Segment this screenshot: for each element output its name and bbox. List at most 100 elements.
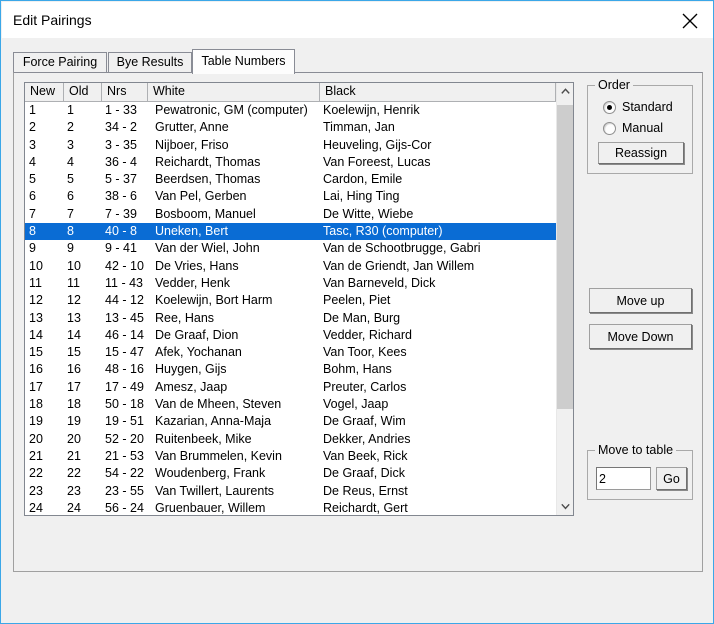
row-black: De Graaf, Dick	[323, 466, 405, 481]
window-title: Edit Pairings	[13, 12, 92, 28]
move-down-button[interactable]: Move Down	[589, 324, 692, 349]
tab-force-pairing[interactable]: Force Pairing	[13, 52, 107, 73]
table-row[interactable]: 999 - 41 Van der Wiel, John Van de Schootb…	[25, 240, 556, 257]
row-black: De Reus, Ernst	[323, 483, 408, 498]
row-white: Beerdsen, Thomas	[155, 172, 261, 187]
row-black: Preuter, Carlos	[323, 379, 407, 394]
move-to-table-input[interactable]	[596, 467, 651, 490]
column-header-old[interactable]: Old	[64, 83, 102, 102]
tab-table-numbers-label: Table Numbers	[201, 54, 286, 68]
table-row[interactable]: 21 21 21 - 53 Van Brummelen, Kevin Van Beek,…	[25, 448, 556, 465]
row-white: Van Brummelen, Kevin	[155, 448, 282, 463]
row-black: De Man, Burg	[323, 310, 401, 325]
table-row[interactable]: 4 4 36 - 4 Reichardt, Thomas Van Foreest, Lu…	[25, 154, 556, 171]
table-row[interactable]: 6 6 38 - 6 Van Pel, Gerben Lai, Hing Ting	[25, 188, 556, 205]
row-white: Huygen, Gijs	[155, 362, 227, 377]
table-row[interactable]: 333 - 35 Nijboer, Friso Heuveling, Gijs-Co…	[25, 137, 556, 154]
close-window-button[interactable]	[668, 2, 713, 36]
table-row[interactable]: 8 8 40 - 8 Uneken, Bert Tasc, R30 (computer)	[25, 223, 556, 241]
table-row[interactable]: 14 14 46 - 14 De Graaf, Dion Vedder, Richard	[25, 327, 556, 344]
column-header-white[interactable]: White	[148, 83, 320, 102]
radio-manual-icon	[603, 122, 616, 135]
reassign-button[interactable]: Reassign	[598, 142, 684, 164]
row-white: Van der Wiel, John	[155, 241, 260, 256]
table-row[interactable]: 22 22 54 - 22 Woudenberg, Frank De Graaf, Di…	[25, 465, 556, 482]
row-white: Vedder, Henk	[155, 275, 231, 290]
client-area: Force Pairing Bye Results Table Numbers …	[2, 38, 713, 623]
row-white: Van Twillert, Laurents	[155, 483, 275, 498]
table-row[interactable]: 11 11 11 - 43 Vedder, Henk Van Barneveld, Di…	[25, 275, 556, 292]
tab-table-numbers[interactable]: Table Numbers	[192, 49, 295, 74]
column-header-black[interactable]: Black	[320, 83, 556, 102]
row-white: Uneken, Bert	[155, 224, 228, 239]
row-white: Ree, Hans	[155, 310, 215, 325]
row-black: Lai, Hing Ting	[323, 189, 400, 204]
table-row[interactable]: 111 - 33 Pewatronic, GM (computer) Koelewi…	[25, 102, 556, 119]
row-white: Koelewijn, Bort Harm	[155, 293, 273, 308]
tab-bye-results[interactable]: Bye Results	[108, 52, 192, 73]
row-white: De Vries, Hans	[155, 258, 239, 273]
scroll-down-button[interactable]	[557, 498, 573, 515]
scrollbar-thumb[interactable]	[557, 105, 573, 409]
row-black: De Witte, Wiebe	[323, 206, 414, 221]
tab-force-pairing-label: Force Pairing	[22, 55, 98, 69]
order-group-title: Order	[595, 78, 633, 92]
row-black: De Graaf, Wim	[323, 414, 406, 429]
table-row[interactable]: 15 15 15 - 47 Afek, Yochanan Van Toor, Kees	[25, 344, 556, 361]
scroll-up-button[interactable]	[557, 83, 573, 100]
row-black: Heuveling, Gijs-Cor	[323, 137, 432, 152]
row-black: Van Barneveld, Dick	[323, 275, 436, 290]
row-white: De Graaf, Dion	[155, 327, 239, 342]
tab-bye-results-label: Bye Results	[116, 55, 184, 69]
tab-page-table-numbers: New Old Nrs White Black 111 - 33 Pewatron…	[13, 72, 703, 572]
pairings-list[interactable]: New Old Nrs White Black 111 - 33 Pewatron…	[24, 82, 574, 516]
table-row[interactable]: 23 23 23 - 55 Van Twillert, Laurents De Reus…	[25, 483, 556, 500]
row-black: Van de Schootbrugge, Gabri	[323, 241, 481, 256]
column-header-nrs[interactable]: Nrs	[102, 83, 148, 102]
table-row[interactable]: 10 10 42 - 10 De Vries, Hans Van de Griendt,…	[25, 258, 556, 275]
row-black: Dekker, Andries	[323, 431, 411, 446]
list-rows: 111 - 33 Pewatronic, GM (computer) Koelewi…	[25, 102, 556, 515]
move-up-button[interactable]: Move up	[589, 288, 692, 313]
table-row[interactable]: 24 24 56 - 24 Gruenbauer, Willem Reichardt, …	[25, 500, 556, 515]
radio-standard-icon	[603, 101, 616, 114]
row-white: Van Pel, Gerben	[155, 189, 247, 204]
row-white: Gruenbauer, Willem	[155, 500, 266, 515]
column-header-new[interactable]: New	[25, 83, 64, 102]
row-black: Van de Griendt, Jan Willem	[323, 258, 475, 273]
move-to-table-group: Move to table Go	[587, 443, 693, 500]
edit-pairings-window: Edit Pairings Force Pairing Bye Results …	[0, 0, 714, 624]
go-button[interactable]: Go	[656, 467, 687, 490]
chevron-up-icon	[561, 88, 570, 94]
row-black: Koelewijn, Henrik	[323, 103, 420, 117]
radio-manual-label: Manual	[622, 121, 663, 135]
table-row[interactable]: 19 19 19 - 51 Kazarian, Anna-Maja De Graaf, …	[25, 413, 556, 430]
row-black: Van Beek, Rick	[323, 448, 408, 463]
row-black: Cardon, Emile	[323, 172, 403, 187]
row-white: Woudenberg, Frank	[155, 466, 266, 481]
table-row[interactable]: 13 13 13 - 45 Ree, Hans De Man, Burg	[25, 310, 556, 327]
table-row[interactable]: 2 2 34 - 2 Grutter, Anne Timman, Jan	[25, 119, 556, 136]
row-white: Nijboer, Friso	[155, 137, 229, 152]
row-white: Kazarian, Anna-Maja	[155, 414, 272, 429]
close-icon	[682, 13, 698, 29]
table-row[interactable]: 17 17 17 - 49 Amesz, Jaap Preuter, Carlos	[25, 379, 556, 396]
table-row[interactable]: 777 - 39 Bosboom, Manuel De Witte, Wiebe	[25, 206, 556, 223]
table-row[interactable]: 16 16 48 - 16 Huygen, Gijs Bohm, Hans	[25, 361, 556, 378]
table-row[interactable]: 555 - 37 Beerdsen, Thomas Cardon, Emile	[25, 171, 556, 188]
table-row[interactable]: 20 20 52 - 20 Ruitenbeek, Mike Dekker, Andri…	[25, 431, 556, 448]
row-white: Amesz, Jaap	[155, 379, 228, 394]
table-row[interactable]: 18 18 50 - 18 Van de Mheen, Steven Vogel, Ja…	[25, 396, 556, 413]
title-bar: Edit Pairings	[2, 2, 713, 38]
row-black: Van Foreest, Lucas	[323, 154, 431, 169]
list-header-row: New Old Nrs White Black	[25, 83, 573, 102]
row-black: Van Toor, Kees	[323, 345, 407, 360]
table-row[interactable]: 12 12 44 - 12 Koelewijn, Bort Harm Peelen, P…	[25, 292, 556, 309]
chevron-down-icon	[561, 503, 570, 510]
row-white: Ruitenbeek, Mike	[155, 431, 252, 446]
row-black: Vedder, Richard	[323, 327, 412, 342]
row-white: Grutter, Anne	[155, 120, 229, 135]
row-white: Pewatronic, GM (computer)	[155, 103, 308, 117]
list-vertical-scrollbar[interactable]	[556, 83, 573, 515]
bottom-bar: Date: 7- 7 -2018 Pairing type: Clo	[2, 583, 713, 623]
